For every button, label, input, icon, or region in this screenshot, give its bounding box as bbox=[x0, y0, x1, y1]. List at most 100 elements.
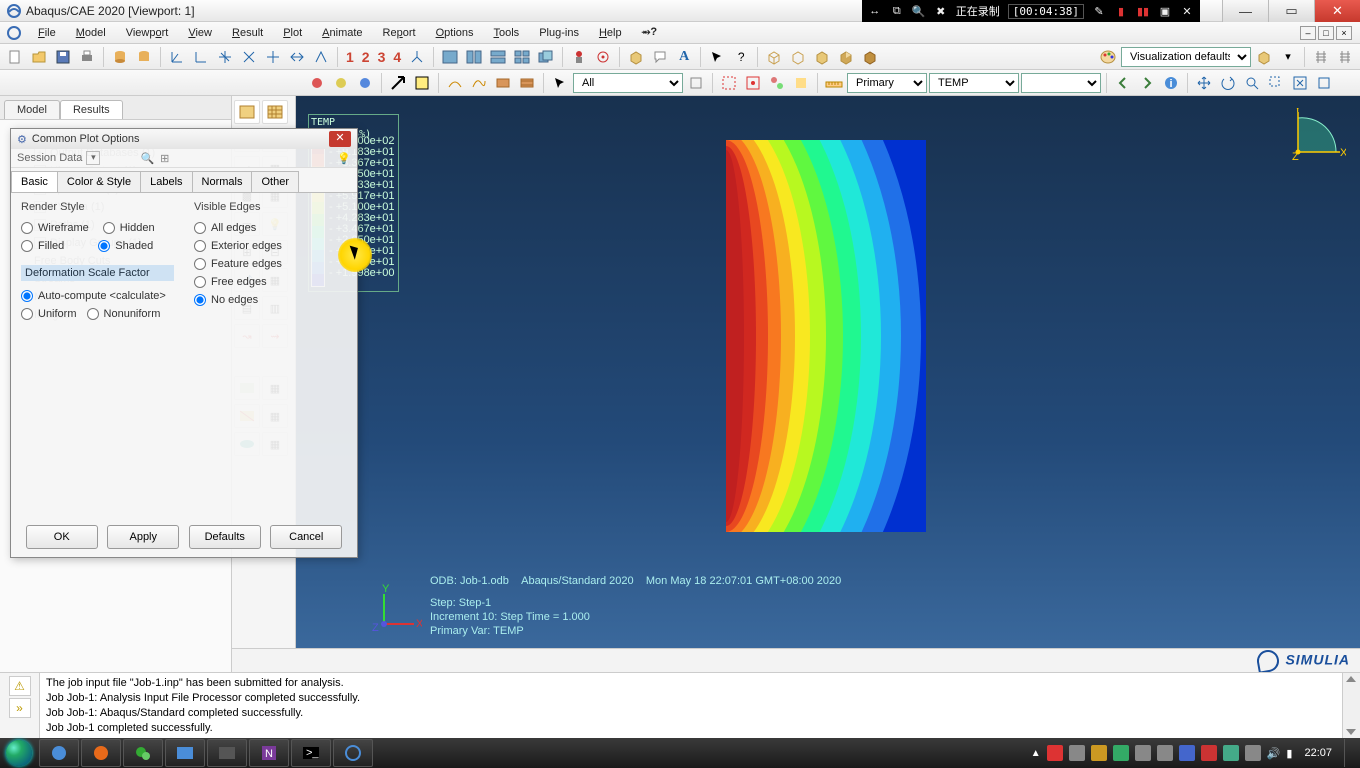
layout-3-icon[interactable] bbox=[487, 46, 509, 68]
message-log[interactable]: The job input file "Job-1.inp" has been … bbox=[40, 673, 1342, 738]
viewport-3d[interactable]: TEMP (Avg: 75%) +1.000e+02+9.183e+01+8.3… bbox=[296, 96, 1360, 672]
csys-icon-3[interactable] bbox=[214, 46, 236, 68]
new-file-icon[interactable] bbox=[4, 46, 26, 68]
node-sel-icon[interactable] bbox=[718, 72, 740, 94]
csys-icon-8[interactable] bbox=[406, 46, 428, 68]
taskbar-item-cmd[interactable]: >_ bbox=[291, 739, 331, 767]
msg-cmd-icon[interactable]: » bbox=[9, 698, 31, 718]
menu-help[interactable]: Help bbox=[589, 24, 632, 42]
box-icon-1[interactable] bbox=[625, 46, 647, 68]
record-mark-icon[interactable]: ✖ bbox=[934, 4, 948, 18]
record-close-icon[interactable]: ✕ bbox=[1180, 4, 1194, 18]
menu-plugins[interactable]: Plug-ins bbox=[529, 24, 589, 42]
show-desktop-button[interactable] bbox=[1344, 739, 1352, 767]
rail-icon-2[interactable] bbox=[1334, 46, 1356, 68]
tab-model[interactable]: Model bbox=[4, 100, 60, 119]
sphere-red-icon[interactable] bbox=[306, 72, 328, 94]
layout-1-icon[interactable] bbox=[439, 46, 461, 68]
render-wire-icon[interactable] bbox=[763, 46, 785, 68]
radio-exterior-edges[interactable]: Exterior edges bbox=[194, 237, 347, 255]
taskbar-item-5[interactable] bbox=[207, 739, 247, 767]
print-icon[interactable] bbox=[76, 46, 98, 68]
close-button[interactable]: ✕ bbox=[1314, 0, 1360, 22]
menu-whatsthis[interactable]: ⥇? bbox=[632, 23, 668, 42]
dialog-close-icon[interactable]: ✕ bbox=[329, 131, 351, 147]
menu-view[interactable]: View bbox=[178, 24, 222, 42]
radio-feature-edges[interactable]: Feature edges bbox=[194, 255, 347, 273]
set-sel-icon[interactable] bbox=[790, 72, 812, 94]
record-stop-icon[interactable]: ▮▮ bbox=[1136, 4, 1150, 18]
radio-no-edges[interactable]: No edges bbox=[194, 291, 347, 309]
dialog-tab-color[interactable]: Color & Style bbox=[57, 171, 141, 192]
tray-icon-7[interactable] bbox=[1179, 745, 1195, 761]
sphere-blue-icon[interactable] bbox=[354, 72, 376, 94]
dialog-tab-labels[interactable]: Labels bbox=[140, 171, 192, 192]
taskbar-item-abaqus[interactable] bbox=[333, 739, 373, 767]
tray-icon-4[interactable] bbox=[1113, 745, 1129, 761]
csys-icon-2[interactable] bbox=[190, 46, 212, 68]
ok-button[interactable]: OK bbox=[26, 525, 98, 549]
curve-2-icon[interactable] bbox=[468, 72, 490, 94]
mdi-close-icon[interactable]: × bbox=[1336, 26, 1352, 40]
menu-result[interactable]: Result bbox=[222, 24, 273, 42]
view-3[interactable]: 3 bbox=[375, 49, 389, 65]
dialog-tab-basic[interactable]: Basic bbox=[11, 171, 58, 192]
msg-warn-icon[interactable]: ⚠ bbox=[9, 676, 31, 696]
dialog-tab-other[interactable]: Other bbox=[251, 171, 299, 192]
view-2[interactable]: 2 bbox=[359, 49, 373, 65]
mdi-restore-icon[interactable]: □ bbox=[1318, 26, 1334, 40]
taskbar-item-explorer[interactable] bbox=[165, 739, 205, 767]
record-pause-icon[interactable]: ▮ bbox=[1114, 4, 1128, 18]
menu-plot[interactable]: Plot bbox=[273, 24, 312, 42]
mdi-minimize-icon[interactable]: – bbox=[1300, 26, 1316, 40]
dialog-search-icon[interactable]: 🔍 bbox=[140, 152, 154, 165]
menu-file[interactable]: File bbox=[28, 24, 66, 42]
save-icon[interactable] bbox=[52, 46, 74, 68]
layout-2-icon[interactable] bbox=[463, 46, 485, 68]
flag-tool-icon[interactable] bbox=[411, 72, 433, 94]
apply-button[interactable]: Apply bbox=[107, 525, 179, 549]
taskbar-item-onenote[interactable]: N bbox=[249, 739, 289, 767]
menu-viewport[interactable]: Viewport bbox=[116, 24, 179, 42]
rail-icon-1[interactable] bbox=[1310, 46, 1332, 68]
tray-icon-9[interactable] bbox=[1223, 745, 1239, 761]
tray-icon-2[interactable] bbox=[1069, 745, 1085, 761]
layout-cascade-icon[interactable] bbox=[535, 46, 557, 68]
record-move-icon[interactable]: ↔ bbox=[868, 4, 882, 18]
radio-auto-compute[interactable]: Auto-compute <calculate> bbox=[21, 287, 174, 305]
dialog-bulb-icon[interactable]: 💡 bbox=[337, 152, 351, 165]
render-hidden-icon[interactable] bbox=[787, 46, 809, 68]
nav-back-icon[interactable] bbox=[1112, 72, 1134, 94]
csys-icon-6[interactable] bbox=[286, 46, 308, 68]
measure-icon[interactable] bbox=[823, 72, 845, 94]
message-scrollbar[interactable] bbox=[1342, 673, 1360, 738]
menu-report[interactable]: Report bbox=[373, 24, 426, 42]
radio-uniform[interactable]: Uniform bbox=[21, 305, 77, 323]
menu-animate[interactable]: Animate bbox=[312, 24, 372, 42]
select-cursor-icon[interactable] bbox=[549, 72, 571, 94]
layout-4-icon[interactable] bbox=[511, 46, 533, 68]
tray-icon-3[interactable] bbox=[1091, 745, 1107, 761]
open-file-icon[interactable] bbox=[28, 46, 50, 68]
radio-nonuniform[interactable]: Nonuniform bbox=[87, 305, 161, 323]
csys-icon-5[interactable] bbox=[262, 46, 284, 68]
sphere-yellow-icon[interactable] bbox=[330, 72, 352, 94]
menu-tools[interactable]: Tools bbox=[484, 24, 530, 42]
tray-icon-10[interactable] bbox=[1245, 745, 1261, 761]
record-search-icon[interactable]: 🔍 bbox=[912, 4, 926, 18]
tray-volume-icon[interactable]: 🔊 bbox=[1267, 747, 1281, 760]
block-opts-icon[interactable] bbox=[516, 72, 538, 94]
target-icon[interactable] bbox=[592, 46, 614, 68]
block-brown-icon[interactable] bbox=[492, 72, 514, 94]
dialog-tab-normals[interactable]: Normals bbox=[192, 171, 253, 192]
output-variable-combo[interactable]: TEMP bbox=[929, 73, 1019, 93]
view-1[interactable]: 1 bbox=[343, 49, 357, 65]
lock-icon[interactable] bbox=[568, 46, 590, 68]
output-component-combo[interactable] bbox=[1021, 73, 1101, 93]
maximize-button[interactable]: ▭ bbox=[1268, 0, 1314, 22]
palette-icon[interactable] bbox=[1097, 46, 1119, 68]
curve-1-icon[interactable] bbox=[444, 72, 466, 94]
visualization-defaults-combo[interactable]: Visualization defaults bbox=[1121, 47, 1251, 67]
tool-undeformed-icon[interactable] bbox=[234, 100, 260, 124]
record-dock-icon[interactable]: ⧉ bbox=[890, 4, 904, 18]
